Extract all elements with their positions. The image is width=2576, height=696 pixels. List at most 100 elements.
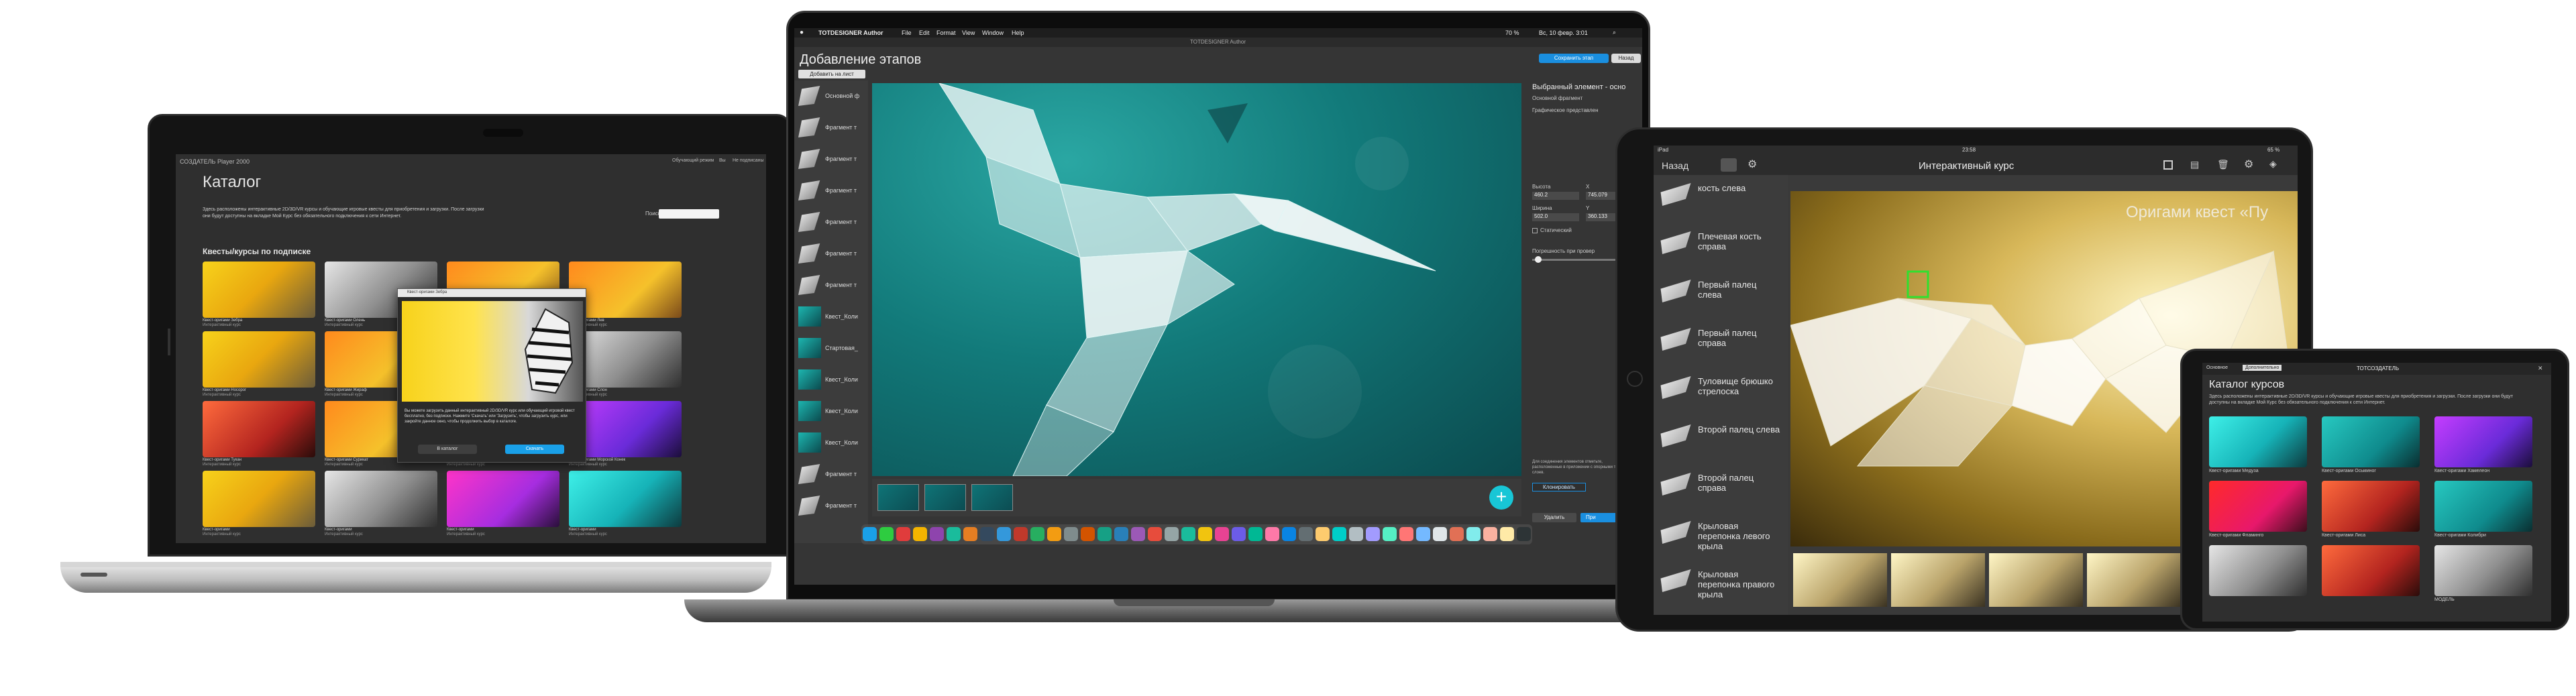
part-item-label[interactable]: кость слева bbox=[1698, 183, 1782, 193]
course-card[interactable] bbox=[203, 471, 315, 527]
top-right-sub[interactable]: Не подписаны bbox=[733, 158, 764, 163]
search-icon[interactable]: ⌕ bbox=[1613, 29, 1616, 36]
dialog-confirm-button[interactable]: Скачать bbox=[505, 445, 564, 454]
course-card[interactable] bbox=[2434, 481, 2532, 532]
add-to-sheet-button[interactable]: Добавить на лист bbox=[798, 70, 865, 78]
delete-button[interactable]: Удалить bbox=[1532, 513, 1576, 522]
menubar-app[interactable]: TOTDESIGNER Author bbox=[818, 30, 883, 36]
dock-app-icon[interactable] bbox=[930, 527, 944, 541]
stage-thumb[interactable] bbox=[798, 149, 820, 169]
stage-item-label[interactable]: Фрагмент т bbox=[825, 156, 857, 162]
part-thumb[interactable] bbox=[1660, 424, 1691, 447]
stage-thumb[interactable] bbox=[798, 117, 820, 137]
close-icon[interactable]: ✕ bbox=[2538, 365, 2543, 372]
menu-format[interactable]: Format bbox=[936, 30, 956, 36]
course-card[interactable] bbox=[2434, 416, 2532, 467]
dock-app-icon[interactable] bbox=[1366, 527, 1380, 541]
top-right-user[interactable]: Вы bbox=[719, 158, 726, 163]
clone-button[interactable]: Клонировать bbox=[1532, 483, 1586, 491]
dock-app-icon[interactable] bbox=[1316, 527, 1330, 541]
stage-thumb[interactable] bbox=[798, 275, 820, 295]
dock-app-icon[interactable] bbox=[1248, 527, 1263, 541]
part-item-label[interactable]: Крыловая перепонка левого крыла bbox=[1698, 521, 1782, 551]
part-item-label[interactable]: Первый палец слева bbox=[1698, 280, 1782, 300]
frame-thumb[interactable] bbox=[1989, 553, 2083, 607]
frame-thumb[interactable] bbox=[877, 484, 919, 511]
part-thumb[interactable] bbox=[1660, 183, 1691, 206]
tab-extra[interactable]: Дополнительно bbox=[2243, 365, 2282, 371]
stage-thumb[interactable] bbox=[798, 401, 821, 421]
stage-item-label[interactable]: Стартовая_ bbox=[825, 345, 858, 351]
gear-icon[interactable]: ⚙ bbox=[1748, 158, 1757, 171]
course-card[interactable] bbox=[2209, 416, 2307, 467]
stage-item-label[interactable]: Фрагмент т bbox=[825, 187, 857, 194]
stage-item-label[interactable]: Квест_Коли bbox=[825, 408, 858, 414]
course-card[interactable] bbox=[203, 262, 315, 318]
dock-app-icon[interactable] bbox=[896, 527, 910, 541]
course-card[interactable] bbox=[203, 331, 315, 388]
frame-thumb[interactable] bbox=[1891, 553, 1985, 607]
dock-app-icon[interactable] bbox=[863, 527, 877, 541]
width-input[interactable]: 502.0 bbox=[1532, 213, 1579, 221]
dock-app-icon[interactable] bbox=[997, 527, 1011, 541]
settings-icon[interactable]: ⚙ bbox=[2244, 158, 2253, 171]
doc-icon[interactable]: ▤ bbox=[2190, 159, 2199, 170]
static-checkbox[interactable] bbox=[1532, 228, 1538, 233]
part-item-label[interactable]: Плечевая кость справа bbox=[1698, 231, 1782, 251]
stage-thumb[interactable] bbox=[798, 496, 820, 516]
part-thumb[interactable] bbox=[1660, 328, 1691, 351]
dock-app-icon[interactable] bbox=[1466, 527, 1481, 541]
apple-icon[interactable]: ● bbox=[800, 29, 804, 36]
dock-app-icon[interactable] bbox=[1450, 527, 1464, 541]
square-icon[interactable] bbox=[2163, 160, 2173, 170]
menu-file[interactable]: File bbox=[902, 30, 912, 36]
frame-thumb[interactable] bbox=[2087, 553, 2181, 607]
stage-item-label[interactable]: Фрагмент т bbox=[825, 502, 857, 509]
layers-icon[interactable]: ◈ bbox=[2269, 158, 2277, 170]
part-thumb[interactable] bbox=[1660, 231, 1691, 254]
ipad-large-home-button[interactable] bbox=[1627, 371, 1643, 387]
tolerance-slider-knob[interactable] bbox=[1535, 256, 1542, 263]
dock-app-icon[interactable] bbox=[1433, 527, 1447, 541]
tab-main[interactable]: Основное bbox=[2206, 365, 2228, 370]
add-frame-button[interactable]: + bbox=[1489, 485, 1513, 510]
dock-app-icon[interactable] bbox=[1047, 527, 1061, 541]
dock-app-icon[interactable] bbox=[879, 527, 894, 541]
part-item-label[interactable]: Второй палец слева bbox=[1698, 424, 1782, 434]
dock-app-icon[interactable] bbox=[980, 527, 994, 541]
stage-thumb[interactable] bbox=[798, 369, 821, 390]
part-item-label[interactable]: Второй палец справа bbox=[1698, 473, 1782, 493]
dock-app-icon[interactable] bbox=[1383, 527, 1397, 541]
part-item-label[interactable]: Первый палец справа bbox=[1698, 328, 1782, 348]
clock[interactable]: Вс, 10 февр. 3:01 bbox=[1539, 30, 1588, 36]
dock-app-icon[interactable] bbox=[963, 527, 977, 541]
dock-app-icon[interactable] bbox=[1114, 527, 1128, 541]
dock-app-icon[interactable] bbox=[1030, 527, 1044, 541]
dock-app-icon[interactable] bbox=[1517, 527, 1531, 541]
course-card[interactable] bbox=[447, 471, 559, 527]
top-right-mode[interactable]: Обучающий режим bbox=[672, 158, 714, 163]
course-card[interactable] bbox=[325, 471, 437, 527]
menu-window[interactable]: Window bbox=[982, 30, 1004, 36]
stage-item-label[interactable]: Фрагмент т bbox=[825, 282, 857, 288]
stage-item-label[interactable]: Квест_Коли bbox=[825, 376, 858, 383]
dock-app-icon[interactable] bbox=[1349, 527, 1363, 541]
stage-canvas[interactable] bbox=[872, 83, 1521, 476]
course-card[interactable] bbox=[2322, 481, 2420, 532]
stage-thumb[interactable] bbox=[798, 243, 820, 264]
dock-app-icon[interactable] bbox=[1097, 527, 1112, 541]
dock-app-icon[interactable] bbox=[1299, 527, 1313, 541]
battery-status[interactable]: 70 % bbox=[1505, 30, 1519, 36]
course-card[interactable] bbox=[569, 471, 682, 527]
course-card[interactable] bbox=[2322, 416, 2420, 467]
dock-app-icon[interactable] bbox=[1416, 527, 1430, 541]
stage-thumb[interactable] bbox=[798, 306, 821, 327]
stage-item-label[interactable]: Фрагмент т bbox=[825, 250, 857, 257]
menu-help[interactable]: Help bbox=[1012, 30, 1024, 36]
part-item-label[interactable]: Туловище брюшко стрелоска bbox=[1698, 376, 1782, 396]
part-thumb[interactable] bbox=[1660, 521, 1691, 544]
height-input[interactable]: 460.2 bbox=[1532, 192, 1579, 200]
dock-app-icon[interactable] bbox=[1148, 527, 1162, 541]
stage-item-label[interactable]: Фрагмент т bbox=[825, 219, 857, 225]
dock-app-icon[interactable] bbox=[1131, 527, 1145, 541]
